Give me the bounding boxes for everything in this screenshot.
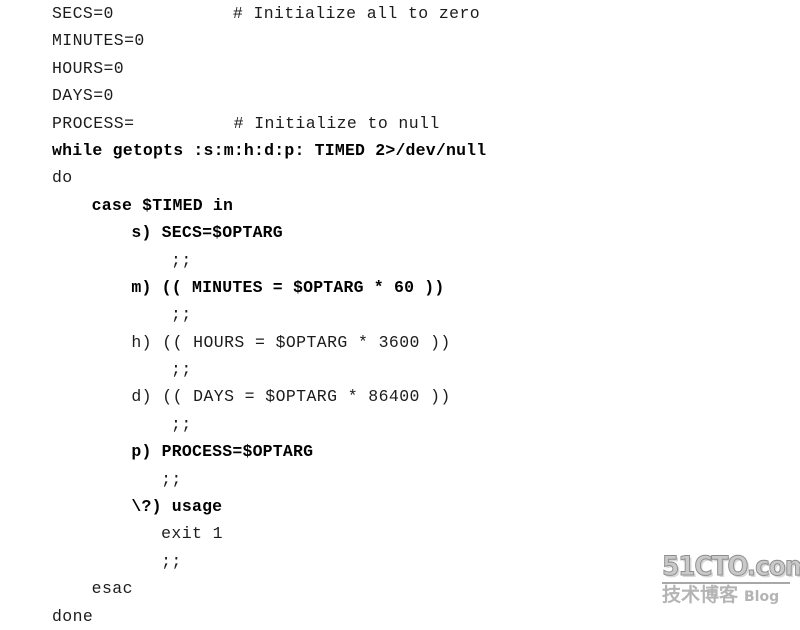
code-line: case $TIMED in <box>0 192 800 219</box>
code-text: ;; <box>161 469 182 489</box>
code-line: HOURS=0 <box>0 55 800 82</box>
code-text: d) (( DAYS = $OPTARG * 86400 )) <box>131 387 451 407</box>
code-comment: # Initialize to null <box>233 113 440 133</box>
code-text: done <box>52 606 94 626</box>
code-text: esac <box>91 579 133 599</box>
code-text: ;; <box>171 360 192 380</box>
code-text: do <box>52 168 73 188</box>
code-text: HOURS=0 <box>52 58 125 78</box>
code-line: do <box>0 164 800 191</box>
code-text: DAYS=0 <box>52 86 114 106</box>
code-listing: SECS=0 # Initialize all to zero MINUTES=0 H… <box>0 0 800 626</box>
code-line: h) (( HOURS = $OPTARG * 3600 )) <box>0 329 800 356</box>
code-line: SECS=0 # Initialize all to zero <box>0 0 800 27</box>
code-line: ;; <box>0 548 800 575</box>
code-text: m) (( MINUTES = $OPTARG * 60 )) <box>131 277 445 297</box>
code-line: exit 1 <box>0 520 800 547</box>
code-text: ;; <box>161 551 182 571</box>
code-line: ;; <box>0 247 800 274</box>
code-line: m) (( MINUTES = $OPTARG * 60 )) <box>0 274 800 301</box>
code-text: SECS=0 <box>52 4 114 23</box>
code-text: \?) usage <box>131 497 223 517</box>
code-line: ;; <box>0 301 800 328</box>
code-line: \?) usage <box>0 493 800 520</box>
code-line: while getopts :s:m:h:d:p: TIMED 2>/dev/n… <box>0 137 800 164</box>
code-comment: # Initialize all to zero <box>232 4 481 23</box>
code-line: ;; <box>0 411 800 438</box>
code-text: ;; <box>171 414 192 434</box>
code-line: d) (( DAYS = $OPTARG * 86400 )) <box>0 383 800 410</box>
code-line: PROCESS= # Initialize to null <box>0 110 800 137</box>
code-line: p) PROCESS=$OPTARG <box>0 438 800 465</box>
code-line: done <box>0 603 800 630</box>
code-line: s) SECS=$OPTARG <box>0 219 800 246</box>
code-text: s) SECS=$OPTARG <box>131 223 283 243</box>
code-text: while getopts :s:m:h:d:p: TIMED 2>/dev/n… <box>52 140 487 160</box>
code-text: h) (( HOURS = $OPTARG * 3600 )) <box>131 332 451 352</box>
code-text: ;; <box>171 250 192 270</box>
code-text: case $TIMED in <box>91 195 234 215</box>
code-text: exit 1 <box>161 524 223 544</box>
code-text: PROCESS= <box>52 113 135 133</box>
code-line: DAYS=0 <box>0 82 800 109</box>
code-line: ;; <box>0 466 800 493</box>
code-line: ;; <box>0 356 800 383</box>
code-text: MINUTES=0 <box>52 31 145 51</box>
code-text: ;; <box>171 305 192 325</box>
code-text: p) PROCESS=$OPTARG <box>131 442 314 462</box>
code-line: esac <box>0 575 800 602</box>
code-line: MINUTES=0 <box>0 27 800 54</box>
